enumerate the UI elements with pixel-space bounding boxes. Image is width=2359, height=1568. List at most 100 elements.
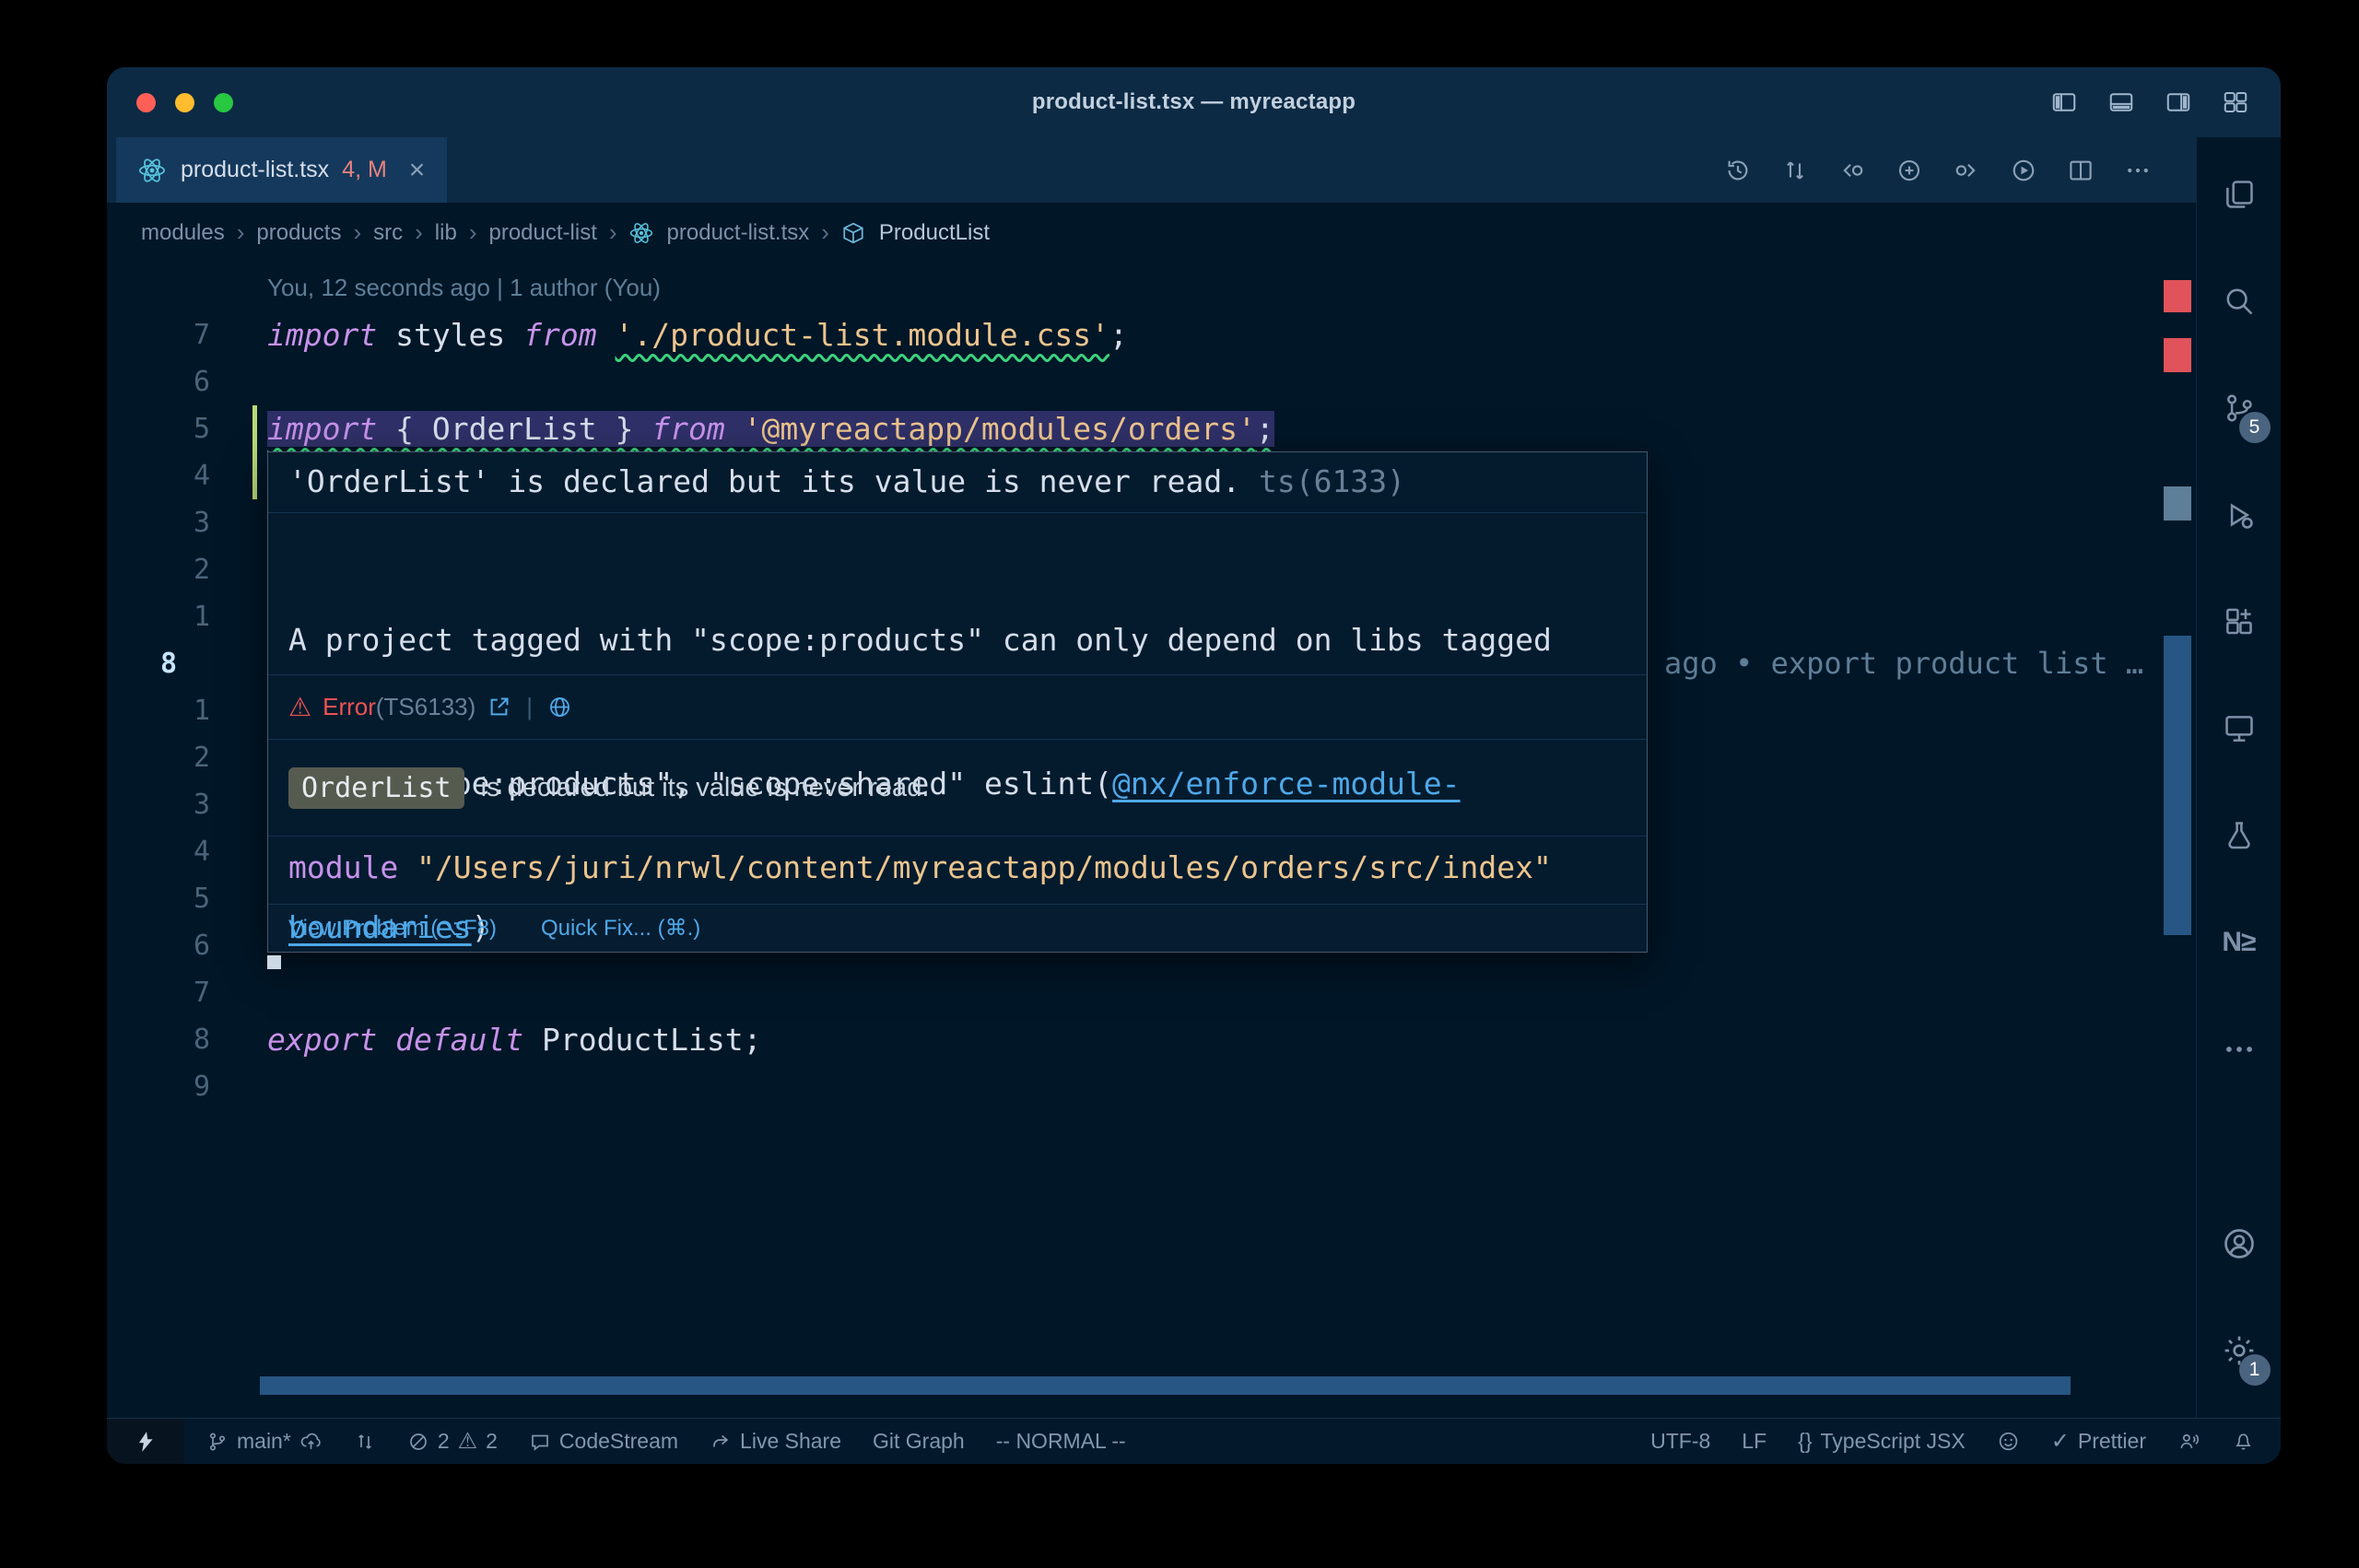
extensions-icon[interactable] bbox=[2206, 578, 2272, 666]
hover-problem-widget: 'OrderList' is declared but its value is… bbox=[267, 451, 1648, 953]
error-code: (TS6133) bbox=[376, 693, 475, 720]
breadcrumb-item-product-list[interactable]: product-list bbox=[488, 220, 596, 246]
more-views-icon[interactable] bbox=[2206, 1005, 2272, 1094]
error-marker bbox=[2164, 280, 2191, 312]
module-path: "/Users/juri/nrwl/content/myreactapp/mod… bbox=[417, 849, 1552, 885]
toggle-panel-icon[interactable] bbox=[2107, 88, 2135, 116]
remote-indicator[interactable] bbox=[107, 1419, 184, 1464]
explorer-icon[interactable] bbox=[2206, 150, 2272, 239]
eol-status[interactable]: LF bbox=[1742, 1429, 1766, 1454]
tab-bar: product-list.tsx 4, M × bbox=[107, 137, 2196, 203]
account-icon[interactable] bbox=[2206, 1199, 2272, 1288]
line-number: 1 bbox=[107, 593, 210, 640]
split-editor-icon[interactable] bbox=[2067, 157, 2095, 184]
settings-gear-icon[interactable]: 1 bbox=[2206, 1306, 2272, 1395]
line-number: 8 bbox=[107, 1016, 210, 1063]
keyword-from: from bbox=[523, 317, 615, 353]
string-css-path: './product-list.module.css' bbox=[616, 317, 1109, 353]
feedback-icon[interactable] bbox=[2177, 1430, 2201, 1453]
globe-icon[interactable] bbox=[547, 695, 572, 720]
tab-product-list[interactable]: product-list.tsx 4, M × bbox=[116, 137, 447, 203]
github-status-icon[interactable] bbox=[1997, 1430, 2020, 1453]
source-control-icon[interactable]: 5 bbox=[2206, 364, 2272, 452]
prettier-status[interactable]: ✓ Prettier bbox=[2051, 1428, 2146, 1455]
quick-fix-action[interactable]: Quick Fix... (⌘.) bbox=[541, 915, 700, 942]
breadcrumb-separator: › bbox=[821, 218, 829, 247]
identifier-styles: styles bbox=[395, 317, 523, 353]
hover-resize-handle[interactable] bbox=[267, 955, 281, 969]
breadcrumb-separator: › bbox=[469, 218, 477, 247]
breadcrumb-item-modules[interactable]: modules bbox=[141, 220, 225, 246]
view-problem-action[interactable]: View Problem (⌥F8) bbox=[288, 915, 497, 942]
next-change-icon[interactable] bbox=[1953, 157, 1980, 184]
customize-layout-icon[interactable] bbox=[2222, 88, 2249, 116]
live-share-status[interactable]: Live Share bbox=[710, 1429, 841, 1454]
breadcrumb-separator: › bbox=[237, 218, 245, 247]
breadcrumb-separator: › bbox=[353, 218, 361, 247]
toggle-sidebar-left-icon[interactable] bbox=[2050, 88, 2078, 116]
git-graph-status[interactable]: Git Graph bbox=[873, 1429, 965, 1454]
tab-label: product-list.tsx bbox=[181, 157, 329, 183]
git-modified-indicator bbox=[252, 405, 257, 499]
breadcrumb-symbol[interactable]: ProductList bbox=[879, 220, 990, 246]
keyword-import: import bbox=[267, 317, 395, 353]
code-line-import-styles[interactable]: import styles from './product-list.modul… bbox=[267, 311, 1128, 358]
breadcrumb: modules › products › src › lib › product… bbox=[107, 203, 2196, 263]
hover-eslint-rule: A project tagged with "scope:products" c… bbox=[268, 513, 1647, 675]
line-number: 7 bbox=[107, 311, 210, 358]
chip-message: is declared but its value is never read. bbox=[481, 773, 930, 803]
notifications-bell-icon[interactable] bbox=[2232, 1430, 2255, 1453]
codestream-status[interactable]: CodeStream bbox=[529, 1429, 678, 1454]
problems-status[interactable]: 2 ⚠ 2 bbox=[407, 1428, 498, 1455]
code-line-import-orderlist[interactable]: import { OrderList } from '@myreactapp/m… bbox=[267, 405, 1274, 452]
breadcrumb-separator: › bbox=[415, 218, 423, 247]
compare-changes-icon[interactable] bbox=[1781, 157, 1809, 184]
check-icon: ✓ bbox=[2051, 1428, 2070, 1455]
error-triangle-icon: ⚠ bbox=[288, 692, 311, 722]
gitlens-compare-status[interactable] bbox=[354, 1431, 376, 1453]
toggle-sidebar-right-icon[interactable] bbox=[2165, 88, 2192, 116]
encoding-status[interactable]: UTF-8 bbox=[1650, 1429, 1710, 1454]
string-orders-path: '@myreactapp/modules/orders' bbox=[744, 411, 1256, 447]
identifier-orderlist: OrderList bbox=[432, 411, 597, 447]
eslint-rule-link[interactable]: @nx/enforce-module- bbox=[1112, 766, 1461, 802]
remote-explorer-icon[interactable] bbox=[2206, 685, 2272, 773]
open-external-icon[interactable] bbox=[487, 695, 511, 720]
nx-console-icon[interactable]: N≥ bbox=[2206, 898, 2272, 987]
breadcrumb-file[interactable]: product-list.tsx bbox=[667, 220, 810, 246]
vertical-scrollbar[interactable] bbox=[2164, 636, 2191, 935]
run-debug-icon[interactable] bbox=[2206, 471, 2272, 559]
line-number: 6 bbox=[107, 922, 210, 969]
line-number: 3 bbox=[107, 781, 210, 828]
testing-icon[interactable] bbox=[2206, 791, 2272, 880]
semicolon: ; bbox=[1109, 317, 1128, 353]
module-keyword: module bbox=[288, 849, 417, 885]
breadcrumb-item-lib[interactable]: lib bbox=[435, 220, 457, 246]
search-icon[interactable] bbox=[2206, 257, 2272, 345]
run-file-icon[interactable] bbox=[2010, 157, 2037, 184]
react-file-icon bbox=[138, 157, 166, 184]
activity-bar: 5 N≥ bbox=[2196, 137, 2281, 1418]
more-actions-icon[interactable] bbox=[2124, 157, 2152, 184]
breadcrumb-item-products[interactable]: products bbox=[256, 220, 341, 246]
gitlens-blame-lens[interactable]: You, 12 seconds ago | 1 author (You) bbox=[267, 264, 661, 311]
brace-open: { bbox=[395, 411, 432, 447]
language-mode-status[interactable]: {} TypeScript JSX bbox=[1798, 1429, 1966, 1454]
editor-surface[interactable]: 7 6 5 4 3 2 1 8 1 2 3 4 5 6 7 8 9 Y bbox=[107, 263, 2196, 1418]
keyword-import: import bbox=[267, 411, 395, 447]
tab-close-icon[interactable]: × bbox=[409, 157, 426, 184]
warning-triangle-icon: ⚠ bbox=[458, 1428, 478, 1455]
hover-summary-source: ts(6133) bbox=[1259, 463, 1405, 499]
error-circle-icon bbox=[407, 1431, 429, 1453]
line-number: 2 bbox=[107, 734, 210, 781]
breadcrumb-separator: › bbox=[609, 218, 617, 247]
branch-status[interactable]: main* bbox=[206, 1429, 323, 1454]
timeline-history-icon[interactable] bbox=[1724, 157, 1752, 184]
previous-change-icon[interactable] bbox=[1838, 157, 1866, 184]
open-changes-icon[interactable] bbox=[1895, 157, 1923, 184]
react-file-icon bbox=[629, 221, 653, 245]
breadcrumb-item-src[interactable]: src bbox=[373, 220, 403, 246]
line-number: 4 bbox=[107, 828, 210, 875]
horizontal-scrollbar[interactable] bbox=[260, 1376, 2071, 1395]
line-number: 5 bbox=[107, 405, 210, 452]
